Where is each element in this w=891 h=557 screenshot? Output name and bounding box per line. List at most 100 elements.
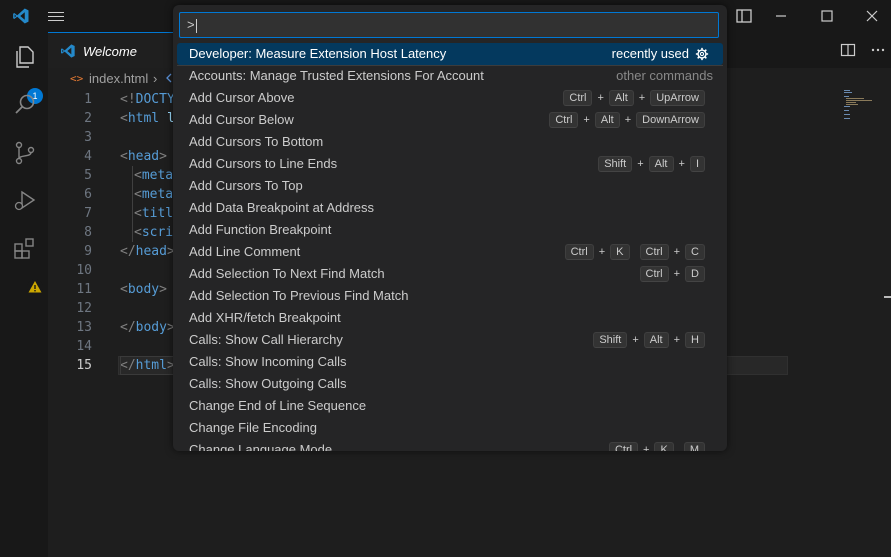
command-group-label: recently used — [611, 46, 689, 61]
key-label: D — [685, 266, 705, 282]
command-item[interactable]: Change End of Line Sequence — [177, 395, 723, 417]
line-number: 5 — [84, 168, 92, 183]
keybinding: Shift + Alt + I — [598, 155, 705, 173]
line-number: 12 — [76, 301, 92, 316]
command-item[interactable]: Add Line Comment Ctrl + K Ctrl + C — [177, 241, 723, 263]
breadcrumb-separator: › — [153, 71, 158, 86]
command-item[interactable]: Add XHR/fetch Breakpoint — [177, 307, 723, 329]
configure-keybinding-gear-icon[interactable] — [695, 47, 709, 61]
key-label: Ctrl — [639, 266, 669, 282]
run-debug-icon[interactable] — [12, 188, 38, 214]
command-item[interactable]: Calls: Show Incoming Calls — [177, 351, 723, 373]
vscode-logo-icon — [61, 44, 75, 58]
code-text: <titl — [134, 206, 174, 221]
command-label: Add Cursor Above — [189, 90, 295, 105]
toggle-sidebar-icon[interactable] — [734, 6, 754, 26]
command-label: Add Cursors to Line Ends — [189, 156, 338, 171]
command-palette: > Developer: Measure Extension Host Late… — [173, 5, 727, 451]
line-number: 9 — [84, 244, 92, 259]
search-icon[interactable] — [12, 92, 38, 118]
source-control-icon[interactable] — [12, 140, 38, 166]
command-item[interactable]: Calls: Show Outgoing Calls — [177, 373, 723, 395]
more-actions-icon[interactable] — [870, 42, 886, 58]
tab-welcome[interactable]: Welcome — [48, 32, 173, 69]
menu-icon[interactable] — [48, 9, 64, 23]
command-label: Change End of Line Sequence — [189, 398, 367, 413]
vscode-logo-icon — [13, 8, 29, 24]
activity-bar: 1 — [0, 32, 48, 557]
command-item[interactable]: Developer: Measure Extension Host Latenc… — [177, 43, 723, 66]
command-label: Change Language Mode — [189, 442, 333, 451]
tab-label: Welcome — [83, 44, 137, 59]
key-label: Ctrl — [549, 112, 579, 128]
line-number: 10 — [76, 263, 92, 278]
command-label: Add Cursor Below — [189, 112, 294, 127]
command-item[interactable]: Change Language Mode Ctrl + K M — [177, 439, 723, 451]
line-number: 8 — [84, 225, 92, 240]
line-number: 14 — [76, 339, 92, 354]
code-text: <head> — [120, 149, 167, 164]
split-editor-icon[interactable] — [840, 42, 856, 58]
command-label: Add XHR/fetch Breakpoint — [189, 310, 341, 325]
command-item[interactable]: Add Selection To Previous Find Match — [177, 285, 723, 307]
key-label: Alt — [643, 332, 669, 348]
command-item[interactable]: Add Cursors To Top — [177, 175, 723, 197]
key-label: Alt — [608, 90, 634, 106]
line-number: 11 — [76, 282, 92, 297]
command-item[interactable]: Add Cursors to Line Ends Shift + Alt + I — [177, 153, 723, 175]
code-text: <html l — [120, 111, 175, 126]
bracket-highlight — [120, 356, 175, 375]
breadcrumb-file[interactable]: index.html — [89, 71, 148, 86]
line-number: 7 — [84, 206, 92, 221]
command-label: Calls: Show Outgoing Calls — [189, 376, 347, 391]
command-item[interactable]: Calls: Show Call Hierarchy Shift + Alt + H — [177, 329, 723, 351]
code-text: <meta — [134, 168, 174, 183]
key-label: M — [683, 442, 705, 451]
command-item[interactable]: Add Selection To Next Find Match Ctrl + D — [177, 263, 723, 285]
key-label: I — [689, 156, 705, 172]
command-label: Calls: Show Call Hierarchy — [189, 332, 343, 347]
key-label: Ctrl — [564, 244, 594, 260]
command-item[interactable]: Change File Encoding — [177, 417, 723, 439]
line-number: 3 — [84, 130, 92, 145]
command-label: Add Selection To Next Find Match — [189, 266, 385, 281]
extensions-icon[interactable] — [12, 236, 38, 262]
key-label: C — [685, 244, 705, 260]
command-item[interactable]: Add Cursor Above Ctrl + Alt + UpArrow — [177, 87, 723, 109]
line-number: 4 — [84, 149, 92, 164]
command-item[interactable]: Add Function Breakpoint — [177, 219, 723, 241]
code-text: </body> — [120, 320, 175, 335]
close-icon[interactable] — [862, 6, 882, 26]
command-label: Developer: Measure Extension Host Latenc… — [189, 46, 447, 61]
key-label: Alt — [648, 156, 674, 172]
keybinding: Ctrl + Alt + UpArrow — [563, 89, 705, 107]
command-item[interactable]: Add Cursors To Bottom — [177, 131, 723, 153]
key-label: K — [610, 244, 630, 260]
command-label: Add Data Breakpoint at Address — [189, 200, 375, 215]
key-label: Ctrl — [608, 442, 639, 451]
command-label: Add Line Comment — [189, 244, 301, 259]
minimap[interactable] — [843, 90, 883, 130]
command-item[interactable]: Accounts: Manage Trusted Extensions For … — [177, 65, 723, 87]
code-text: <meta — [134, 187, 174, 202]
key-label: Alt — [594, 112, 620, 128]
explorer-icon[interactable] — [12, 44, 38, 70]
command-palette-input[interactable]: > — [179, 12, 719, 38]
key-label: Ctrl — [639, 244, 669, 260]
command-list: Developer: Measure Extension Host Latenc… — [177, 43, 723, 451]
warning-icon — [27, 279, 43, 295]
command-label: Add Selection To Previous Find Match — [189, 288, 409, 303]
key-label: Ctrl — [563, 90, 593, 106]
minimize-icon[interactable] — [771, 6, 791, 26]
maximize-icon[interactable] — [817, 6, 837, 26]
keybinding: Ctrl + K M — [608, 441, 705, 451]
command-item[interactable]: Add Data Breakpoint at Address — [177, 197, 723, 219]
command-label: Change File Encoding — [189, 420, 317, 435]
key-label: DownArrow — [636, 112, 705, 128]
code-text: </head> — [120, 244, 175, 259]
key-label: Shift — [598, 156, 633, 172]
scrollbar-marker[interactable] — [884, 296, 891, 298]
command-item[interactable]: Add Cursor Below Ctrl + Alt + DownArrow — [177, 109, 723, 131]
command-label: Add Cursors To Bottom — [189, 134, 324, 149]
command-group-label: other commands — [616, 68, 713, 83]
